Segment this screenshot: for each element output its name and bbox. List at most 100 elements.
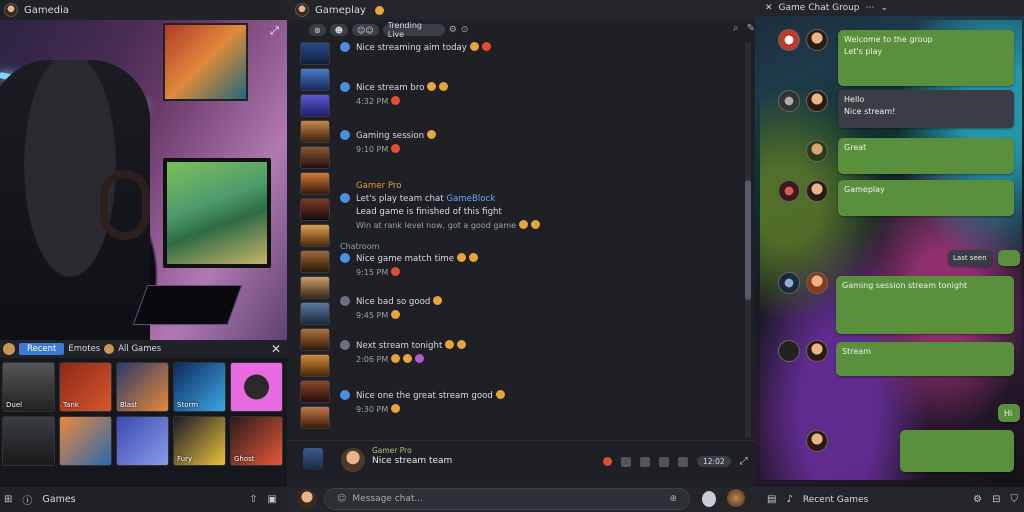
chat-bubble[interactable] <box>998 250 1020 266</box>
member-avatar[interactable] <box>300 380 330 403</box>
chat-message[interactable]: Next stream tonight 2:06 PM <box>340 340 467 366</box>
chevron-down-icon[interactable]: ⌄ <box>881 3 889 13</box>
info-icon[interactable]: ⓘ <box>22 492 32 507</box>
reaction-icon[interactable] <box>603 457 612 466</box>
member-avatar[interactable] <box>778 29 800 51</box>
more-icon[interactable]: ⋯ <box>866 3 875 13</box>
settings-icon[interactable]: ⚙ <box>973 494 982 505</box>
emote-tab-recent[interactable]: Recent <box>19 343 65 355</box>
game-thumb[interactable] <box>59 416 112 466</box>
screen-icon[interactable]: ▣ <box>268 494 277 505</box>
game-thumb[interactable]: Duel <box>2 362 55 412</box>
edit-icon[interactable]: ✎ <box>747 23 755 34</box>
member-avatar[interactable] <box>300 224 330 247</box>
people-button[interactable]: ☻ <box>329 24 349 36</box>
search-icon[interactable]: ⌕ <box>733 23 739 34</box>
member-avatar[interactable] <box>778 180 800 202</box>
message-input[interactable]: ☺ Message chat... ⊕ <box>324 488 690 510</box>
member-avatar[interactable] <box>300 146 330 169</box>
member-avatar[interactable] <box>778 90 800 112</box>
game-thumb[interactable] <box>116 416 169 466</box>
streamer-avatar[interactable] <box>4 3 18 17</box>
emote-icon[interactable] <box>104 344 115 354</box>
reply-thumbnail[interactable] <box>303 448 323 470</box>
controller-icon[interactable]: ⊟ <box>992 494 1000 505</box>
game-thumb[interactable] <box>230 362 283 412</box>
quote-icon[interactable] <box>659 456 669 467</box>
member-avatar[interactable] <box>806 180 828 202</box>
chat-message[interactable]: Gaming session 9:10 PM <box>340 130 437 156</box>
recent-games-label[interactable]: Recent Games <box>803 495 868 505</box>
chat-bubble[interactable]: Hi <box>998 404 1020 422</box>
more-icon[interactable] <box>678 456 688 467</box>
chat-bubble[interactable] <box>900 430 1014 472</box>
chat-bubble[interactable]: Great <box>838 138 1014 174</box>
games-label[interactable]: Games <box>42 494 75 505</box>
member-avatar[interactable] <box>806 140 828 162</box>
bell-icon[interactable]: ♪ <box>786 494 792 505</box>
list-icon[interactable]: ▤ <box>767 494 776 505</box>
send-icon[interactable] <box>702 491 716 507</box>
grid-icon[interactable]: ⊞ <box>4 494 12 505</box>
self-avatar[interactable] <box>297 489 317 509</box>
game-thumb[interactable]: Blast <box>116 362 169 412</box>
chat-bubble[interactable]: Hello Nice stream! <box>838 90 1014 128</box>
emote-filter[interactable]: All Games <box>118 344 161 354</box>
pin-icon[interactable] <box>640 456 650 467</box>
profile-icon[interactable] <box>727 489 745 507</box>
chat-message[interactable]: Nice stream bro 4:32 PM <box>340 82 449 108</box>
trending-pill[interactable]: Trending Live <box>382 21 445 39</box>
game-thumb[interactable]: Storm <box>173 362 226 412</box>
more-icon[interactable]: ⊙ <box>461 25 469 35</box>
game-thumb[interactable]: Tank <box>59 362 112 412</box>
game-thumb[interactable] <box>2 416 55 466</box>
member-avatar[interactable] <box>806 90 828 112</box>
game-thumb[interactable]: Fury <box>173 416 226 466</box>
member-avatar[interactable] <box>300 68 330 91</box>
member-avatar[interactable] <box>300 328 330 351</box>
member-avatar[interactable] <box>806 272 828 294</box>
member-avatar[interactable] <box>300 172 330 195</box>
share-icon[interactable]: ⇧ <box>249 494 257 505</box>
expand-icon[interactable]: ⤢ <box>270 24 279 38</box>
chat-message[interactable]: Chatroom Nice game match time 9:15 PM <box>340 240 478 279</box>
chat-message[interactable]: Nice one the great stream good 9:30 PM <box>340 390 505 416</box>
chat-message[interactable]: Nice bad so good 9:45 PM <box>340 296 443 322</box>
shield-icon[interactable]: ⛉ <box>1011 494 1019 505</box>
emote-tab-label[interactable]: Emotes <box>68 344 100 354</box>
expand-icon[interactable]: ⤢ <box>740 456 748 467</box>
chat-message[interactable]: Gamer Pro Let's play team chat GameBlock… <box>340 180 541 232</box>
member-avatar[interactable] <box>300 354 330 377</box>
emoji-icon[interactable]: ☺ <box>337 494 346 504</box>
member-avatar[interactable] <box>300 276 330 299</box>
attach-icon[interactable]: ⊕ <box>669 494 677 504</box>
member-avatar[interactable] <box>300 302 330 325</box>
emote-avatar[interactable] <box>3 343 15 355</box>
chat-bubble[interactable]: Stream <box>836 342 1014 376</box>
member-avatar[interactable] <box>300 250 330 273</box>
member-avatar[interactable] <box>806 29 828 51</box>
member-avatar[interactable] <box>300 42 330 65</box>
chat-message[interactable]: Nice streaming aim today <box>340 42 491 55</box>
chat-bubble[interactable]: Welcome to the group Let's play <box>838 30 1014 86</box>
chat-bubble[interactable]: Gaming session stream tonight <box>836 276 1014 334</box>
scroll-thumb[interactable] <box>745 180 751 300</box>
member-avatar[interactable] <box>806 430 828 452</box>
reply-avatar[interactable] <box>341 448 365 472</box>
member-avatar[interactable] <box>300 94 330 117</box>
member-avatar[interactable] <box>806 340 828 362</box>
filter-button[interactable]: ⊛ <box>309 24 326 36</box>
group-button[interactable]: ☺☺ <box>352 24 379 36</box>
stream-video[interactable]: ⤢ <box>0 20 287 340</box>
member-avatar[interactable] <box>300 120 330 143</box>
close-icon[interactable]: ✕ <box>271 342 281 356</box>
chat-bubble[interactable]: Gameplay <box>838 180 1014 216</box>
member-avatar[interactable] <box>300 406 330 429</box>
settings-icon[interactable]: ⚙ <box>449 25 457 35</box>
game-thumb[interactable]: Ghost <box>230 416 283 466</box>
copy-icon[interactable] <box>621 456 631 467</box>
member-avatar[interactable] <box>778 272 800 294</box>
member-avatar[interactable] <box>300 198 330 221</box>
channel-avatar[interactable] <box>295 3 309 17</box>
pause-icon[interactable] <box>778 340 800 362</box>
